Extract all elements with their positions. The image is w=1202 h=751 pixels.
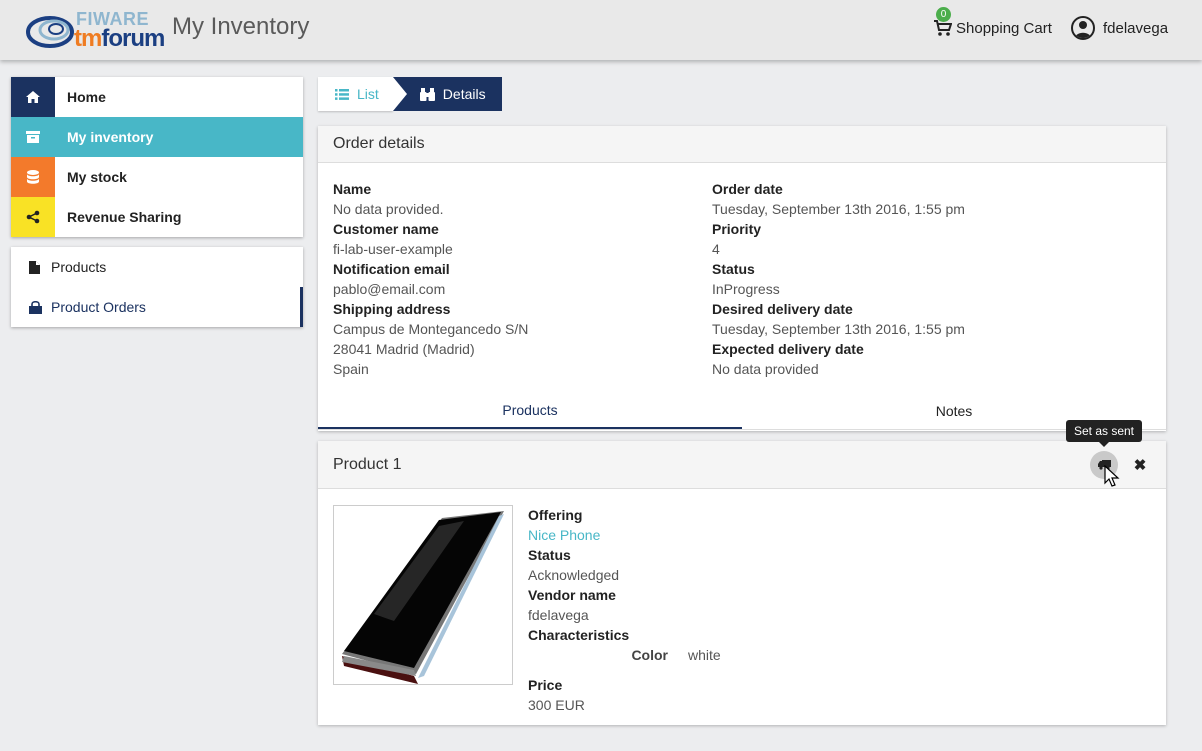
menu-item-label: Revenue Sharing [67, 209, 182, 225]
menu-item-revenue-sharing[interactable]: Revenue Sharing [11, 197, 303, 237]
product-info: Offering Nice Phone Status Acknowledged … [528, 505, 928, 715]
order-right-column: Order date Tuesday, September 13th 2016,… [712, 179, 1092, 379]
order-date-value: Tuesday, September 13th 2016, 1:55 pm [712, 201, 965, 217]
list-icon [335, 88, 349, 100]
status-label: Status [712, 261, 755, 277]
order-details-panel: Order details Name No data provided. Cus… [318, 126, 1166, 431]
product-header: Product 1 ✖ [318, 441, 1166, 489]
desired-delivery-value: Tuesday, September 13th 2016, 1:55 pm [712, 321, 965, 337]
logo-tm-part: tm [74, 25, 102, 52]
logo-forum-part: forum [101, 25, 165, 52]
notification-email-label: Notification email [333, 261, 450, 277]
shipping-address-line1: Campus de Montegancedo S/N [333, 321, 529, 337]
menu-item-home[interactable]: Home [11, 77, 303, 117]
tab-products[interactable]: Products [318, 392, 742, 429]
submenu-item-label: Product Orders [51, 299, 146, 315]
mouse-cursor-icon [1104, 465, 1120, 487]
file-icon [29, 260, 43, 274]
logo-swirl-icon [26, 16, 74, 48]
order-details-title: Order details [318, 126, 1166, 163]
main-menu: Home My inventory My stock Revenue Shari… [11, 77, 303, 237]
name-value: No data provided. [333, 201, 444, 217]
menu-item-label: My stock [67, 169, 127, 185]
submenu-item-label: Products [51, 259, 107, 275]
shopping-bag-icon [29, 300, 43, 314]
archive-icon [11, 117, 55, 157]
customer-name-value: fi-lab-user-example [333, 241, 453, 257]
vendor-name-value: fdelavega [528, 607, 589, 623]
menu-item-my-stock[interactable]: My stock [11, 157, 303, 197]
product-image [333, 505, 513, 685]
characteristic-row: Color white [528, 645, 928, 665]
user-avatar-icon [1071, 16, 1095, 40]
expected-delivery-label: Expected delivery date [712, 341, 864, 357]
product-title: Product 1 [333, 455, 402, 473]
price-label: Price [528, 677, 563, 693]
breadcrumb-details-label: Details [442, 86, 486, 102]
price-value: 300 EUR [528, 697, 585, 713]
logo-tmforum-text: tmforum [74, 25, 165, 53]
breadcrumb: List Details [318, 77, 502, 111]
order-tabs: Products Notes [318, 392, 1166, 430]
submenu-item-products[interactable]: Products [11, 247, 303, 287]
set-as-sent-tooltip: Set as sent [1066, 420, 1142, 447]
page-title: My Inventory [172, 13, 310, 40]
product-panel: Product 1 ✖ Offering Nice Phone Status A… [318, 441, 1166, 725]
home-icon [11, 77, 55, 117]
status-value: InProgress [712, 281, 780, 297]
name-label: Name [333, 181, 372, 197]
fiware-tmforum-logo[interactable]: FIWARE tmforum [26, 8, 165, 53]
database-icon [11, 157, 55, 197]
offering-label: Offering [528, 507, 583, 523]
shipping-address-line3: Spain [333, 361, 369, 377]
close-product-button[interactable]: ✖ [1130, 455, 1150, 475]
close-icon: ✖ [1133, 457, 1147, 474]
vendor-name-label: Vendor name [528, 587, 616, 603]
characteristic-value: white [688, 647, 721, 663]
offering-link[interactable]: Nice Phone [528, 525, 928, 545]
product-status-label: Status [528, 547, 571, 563]
menu-item-label: Home [67, 89, 106, 105]
menu-item-my-inventory[interactable]: My inventory [11, 117, 303, 157]
characteristic-key: Color [631, 647, 668, 663]
breadcrumb-details-current: Details [392, 77, 502, 111]
menu-item-label: My inventory [67, 129, 154, 145]
order-left-column: Name No data provided. Customer name fi-… [333, 179, 713, 379]
shipping-address-label: Shipping address [333, 301, 451, 317]
shopping-cart-label: Shopping Cart [956, 19, 1052, 37]
cart-icon [934, 20, 952, 36]
product-status-value: Acknowledged [528, 567, 620, 583]
share-icon [11, 197, 55, 237]
phone-image-icon [342, 511, 504, 684]
user-menu[interactable]: fdelavega [1071, 15, 1168, 41]
top-header: FIWARE tmforum My Inventory Shopping Car… [0, 0, 1202, 60]
binoculars-icon [419, 87, 435, 101]
notification-email-value: pablo@email.com [333, 281, 446, 297]
submenu-item-product-orders[interactable]: Product Orders [11, 287, 303, 327]
order-date-label: Order date [712, 181, 783, 197]
characteristics-label: Characteristics [528, 627, 630, 643]
desired-delivery-label: Desired delivery date [712, 301, 853, 317]
shopping-cart-link[interactable]: Shopping Cart [934, 18, 1052, 38]
customer-name-label: Customer name [333, 221, 439, 237]
inventory-submenu: Products Product Orders [11, 247, 303, 327]
shipping-address-line2: 28041 Madrid (Madrid) [333, 341, 475, 357]
breadcrumb-list-link[interactable]: List [318, 77, 407, 111]
breadcrumb-list-label: List [357, 86, 379, 102]
priority-value: 4 [712, 241, 720, 257]
cart-count-badge: 0 [936, 7, 951, 22]
expected-delivery-value: No data provided [712, 361, 819, 377]
username-label: fdelavega [1103, 19, 1169, 37]
priority-label: Priority [712, 221, 762, 237]
